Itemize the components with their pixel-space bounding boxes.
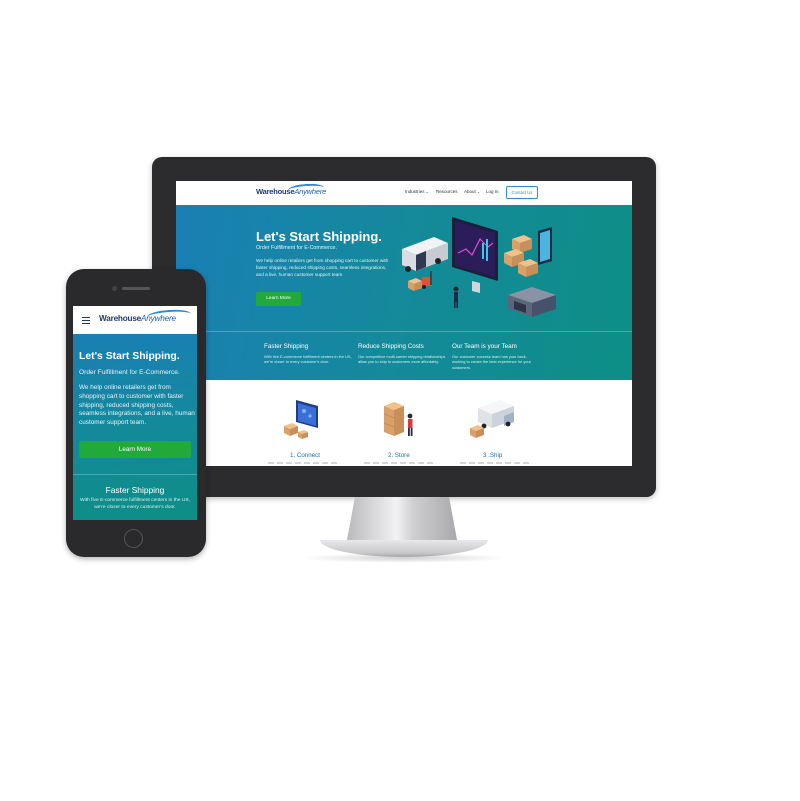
mobile-navbar: WarehouseAnywhere bbox=[73, 306, 197, 335]
phone-camera-icon bbox=[112, 286, 117, 291]
hero-title: Let's Start Shipping. bbox=[79, 351, 180, 362]
monitor-chin bbox=[152, 466, 656, 497]
feature-title: Faster Shipping bbox=[105, 485, 165, 495]
nav-item-resources[interactable]: Resources bbox=[436, 189, 458, 194]
worker-icon bbox=[453, 286, 459, 308]
feature-title: Reduce Shipping Costs bbox=[358, 343, 424, 350]
step-store-label: 2. Store bbox=[388, 452, 410, 459]
steps-section: 1. Connect 2. Store 3 .Ship bbox=[176, 380, 632, 466]
chevron-down-icon: ⌄ bbox=[476, 189, 481, 194]
delivery-truck-icon bbox=[402, 237, 448, 272]
logo-text-bold: Warehouse bbox=[99, 314, 142, 323]
logo-swoosh-icon bbox=[146, 308, 192, 323]
contact-us-button[interactable]: Contact Us bbox=[506, 186, 538, 199]
step-text-fragment bbox=[268, 462, 338, 464]
warehouse-illustration bbox=[402, 217, 556, 317]
warehouse-building-icon bbox=[508, 287, 556, 317]
hamburger-menu-icon[interactable] bbox=[82, 317, 90, 326]
feature-body: With five E-commerce fulfillment centers… bbox=[79, 498, 191, 510]
hero-divider bbox=[73, 474, 197, 475]
nav-item-label: About bbox=[464, 189, 476, 194]
step-text-fragment bbox=[364, 462, 434, 464]
desktop-navbar: WarehouseAnywhere Industries⌄ Resources … bbox=[176, 181, 632, 206]
monitor-dashboard-icon bbox=[452, 217, 498, 293]
phone-speaker bbox=[122, 287, 150, 290]
learn-more-button[interactable]: Learn More bbox=[256, 292, 301, 306]
hero-subtitle: Order Fulfillment for E-Commerce. bbox=[79, 369, 180, 376]
step-connect-label: 1. Connect bbox=[290, 452, 320, 459]
feature-body: With five E-commerce fulfillment centers… bbox=[264, 354, 352, 365]
smartphone-icon bbox=[538, 227, 552, 265]
mobile-screen: WarehouseAnywhere Let's Start Shipping. … bbox=[73, 306, 197, 520]
feature-reduce-costs: Reduce Shipping Costs Our competitive mu… bbox=[358, 343, 446, 365]
mobile-hero: Let's Start Shipping. Order Fulfillment … bbox=[73, 334, 197, 520]
chevron-down-icon: ⌄ bbox=[425, 189, 429, 194]
feature-faster-shipping: Faster Shipping With five E-commerce ful… bbox=[264, 343, 352, 365]
feature-body: Our competitive multi-carrier shipping r… bbox=[358, 354, 446, 365]
nav-item-industries[interactable]: Industries⌄ bbox=[405, 189, 429, 194]
nav-item-about[interactable]: About⌄ bbox=[464, 189, 480, 194]
hero-divider bbox=[176, 331, 632, 332]
computer-boxes-icon bbox=[284, 400, 318, 439]
delivery-truck-icon bbox=[470, 400, 514, 438]
desktop-screen: WarehouseAnywhere Industries⌄ Resources … bbox=[176, 181, 632, 466]
hero-body: We help online retailers get from shoppi… bbox=[256, 258, 389, 277]
hero-title: Let's Start Shipping. bbox=[256, 229, 382, 244]
nav-item-label: Log In bbox=[486, 189, 499, 194]
feature-title: Faster Shipping bbox=[264, 343, 309, 350]
feature-our-team: Our Team is your Team Our customer succe… bbox=[452, 343, 540, 370]
nav-item-label: Industries bbox=[405, 189, 425, 194]
desktop-hero: Let's Start Shipping. Order Fulfillment … bbox=[176, 205, 632, 380]
step-ship-label: 3 .Ship bbox=[483, 452, 503, 459]
feature-body: Our customer success team has your back,… bbox=[452, 354, 531, 370]
hero-body: We help online retailers get from shoppi… bbox=[79, 384, 195, 427]
monitor-stand-neck bbox=[346, 497, 458, 545]
step-text-fragment bbox=[460, 462, 530, 464]
phone-home-button[interactable] bbox=[124, 529, 143, 548]
warehouse-worker-icon bbox=[383, 402, 413, 436]
monitor-shadow bbox=[300, 553, 508, 563]
forklift-icon bbox=[422, 271, 432, 289]
hero-subtitle: Order Fulfillment for E-Commerce. bbox=[256, 245, 337, 251]
feature-title: Our Team is your Team bbox=[452, 343, 517, 350]
nav-item-login[interactable]: Log In bbox=[486, 189, 499, 194]
learn-more-button[interactable]: Learn More bbox=[79, 441, 191, 458]
nav-item-label: Resources bbox=[436, 189, 458, 194]
